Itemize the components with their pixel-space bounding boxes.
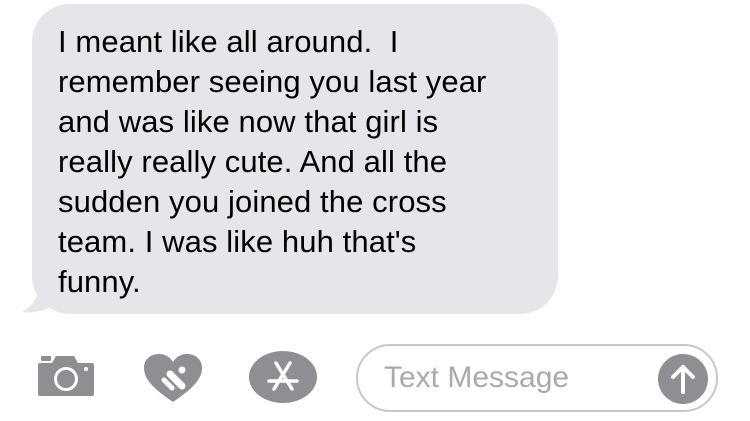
text-message-input[interactable]: Text Message [356, 344, 718, 412]
message-line: team. I was like huh that's [58, 224, 417, 259]
message-line: remember seeing you last year [58, 64, 487, 99]
message-line: really really cute. And all the [58, 144, 448, 179]
app-store-button[interactable] [248, 350, 318, 404]
message-line: funny. [58, 264, 141, 299]
send-button[interactable] [658, 354, 708, 404]
camera-icon [38, 356, 94, 396]
message-composer: Text Message [0, 336, 750, 421]
message-line: I meant like all around. I [58, 24, 399, 59]
send-arrow-up-icon [671, 365, 695, 394]
digital-touch-button[interactable] [142, 352, 204, 404]
message-line: and was like now that girl is [58, 104, 439, 139]
camera-button[interactable] [36, 352, 96, 400]
digital-touch-heart-icon [144, 354, 202, 402]
app-store-icon [249, 351, 317, 403]
incoming-message[interactable]: I meant like all around. I remember seei… [20, 4, 560, 316]
message-text: I meant like all around. I remember seei… [58, 22, 536, 302]
input-placeholder: Text Message [384, 361, 570, 394]
messages-screen: I meant like all around. I remember seei… [0, 0, 750, 421]
message-line: sudden you joined the cross [58, 184, 447, 219]
message-bubble: I meant like all around. I remember seei… [32, 4, 558, 314]
